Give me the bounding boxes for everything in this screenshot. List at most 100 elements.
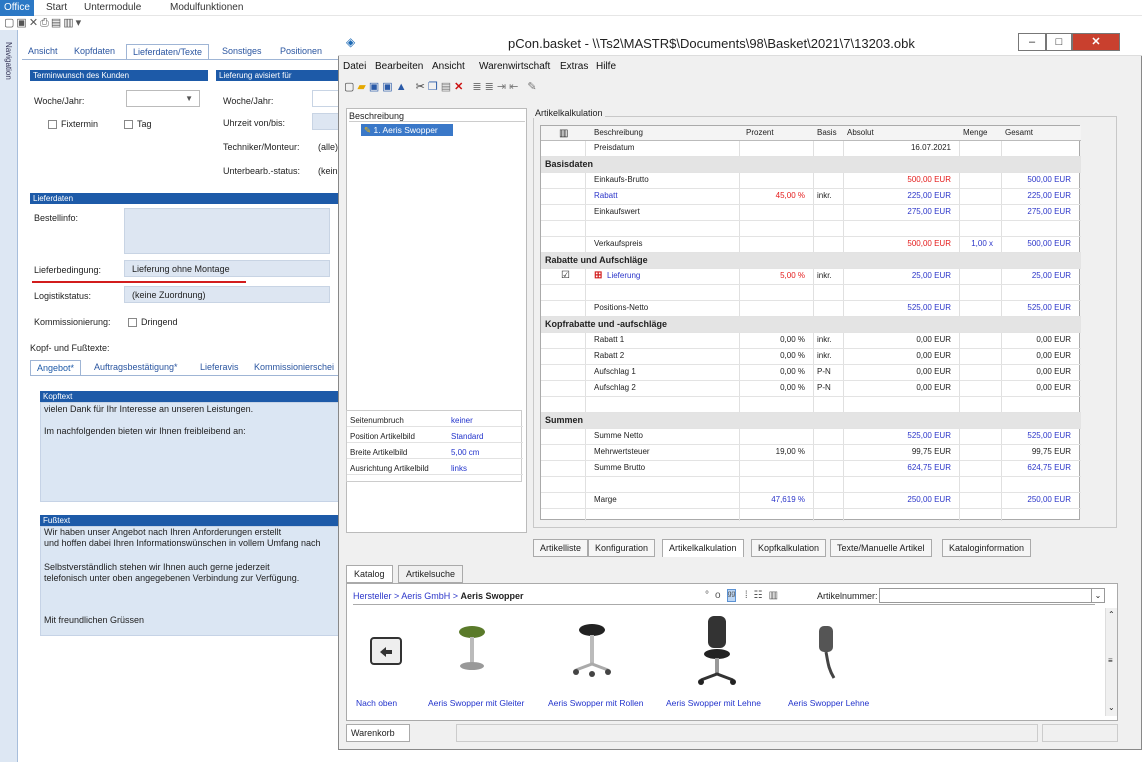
cell-prozent[interactable]: 0,00 % <box>739 335 805 344</box>
tab-artikelkalkulation[interactable]: Artikelkalkulation <box>662 539 744 557</box>
cell-absolut[interactable]: 0,00 EUR <box>843 367 951 376</box>
tree-item-aeris-swopper[interactable]: ✎ 1. Aeris Swopper <box>361 124 453 136</box>
table-row[interactable] <box>541 285 1081 301</box>
view-list-icon[interactable]: ☷ <box>754 590 769 601</box>
bestellinfo-input[interactable] <box>124 208 330 254</box>
cell-basis[interactable]: inkr. <box>817 191 832 200</box>
product-image-rollen[interactable] <box>572 622 612 680</box>
cell-beschreibung[interactable]: Aufschlag 1 <box>594 367 636 376</box>
plus-icon[interactable]: ⊞ <box>594 270 602 281</box>
cell-beschreibung[interactable]: Rabatt 1 <box>594 335 624 344</box>
table-row[interactable]: Aufschlag 2 0,00 % P-N 0,00 EUR 0,00 EUR <box>541 381 1081 397</box>
ribbon-tab-start[interactable]: Start <box>46 2 67 13</box>
table-row[interactable]: ☑ ⊞ Lieferung 5,00 % inkr. 25,00 EUR 25,00 EUR <box>541 269 1081 285</box>
cell-beschreibung[interactable]: Mehrwertsteuer <box>594 447 650 456</box>
align-left-icon[interactable]: ≣ <box>472 81 484 93</box>
termin-woche-select[interactable]: ▼ <box>126 90 200 107</box>
table-row[interactable]: Preisdatum 16.07.2021 <box>541 141 1081 157</box>
table-row[interactable] <box>541 477 1081 493</box>
scroll-up-icon[interactable]: ⌃ <box>1108 610 1115 619</box>
product-image-swopper-lehne[interactable] <box>812 624 840 682</box>
kalkulation-grid[interactable]: ▥ Beschreibung Prozent Basis Absolut Men… <box>540 125 1081 521</box>
align-center-icon[interactable]: ≣ <box>485 81 497 93</box>
cell-beschreibung[interactable]: Summe Netto <box>594 431 643 440</box>
cell-menge[interactable]: 1,00 x <box>959 239 993 248</box>
cell-gesamt[interactable]: 225,00 EUR <box>1001 191 1071 200</box>
table-row[interactable]: Aufschlag 1 0,00 % P-N 0,00 EUR 0,00 EUR <box>541 365 1081 381</box>
cell-beschreibung[interactable]: Verkaufspreis <box>594 239 642 248</box>
texttab-kommissionierschein[interactable]: Kommissionierschei <box>248 360 340 375</box>
scroll-down-icon[interactable]: ⌄ <box>1108 703 1115 712</box>
cell-absolut[interactable]: 525,00 EUR <box>843 431 951 440</box>
ribbon-tab-modulfunktionen[interactable]: Modulfunktionen <box>170 2 243 13</box>
prop-row[interactable]: Seitenumbruch keiner <box>347 414 523 427</box>
table-row[interactable]: Rabatt 1 0,00 % inkr. 0,00 EUR 0,00 EUR <box>541 333 1081 349</box>
edit-icon[interactable]: ✎ <box>527 81 539 93</box>
cell-prozent[interactable]: 45,00 % <box>739 191 805 200</box>
indent-icon[interactable]: ⇥ <box>497 81 509 93</box>
view-columns-icon[interactable]: ▥ <box>769 590 784 601</box>
cell-prozent[interactable]: 47,619 % <box>739 495 805 504</box>
texttab-auftragsbestaetigung[interactable]: Auftragsbestätigung* <box>88 360 184 375</box>
minimize-button[interactable]: – <box>1018 33 1046 51</box>
cell-beschreibung[interactable]: Preisdatum <box>594 143 634 152</box>
scroll-grip-icon[interactable]: ≡ <box>1108 656 1113 665</box>
cell-beschreibung[interactable]: Einkaufswert <box>594 207 640 216</box>
upload-icon[interactable]: ▲ <box>396 81 410 93</box>
cell-absolut[interactable]: 275,00 EUR <box>843 207 951 216</box>
table-row[interactable]: Marge 47,619 % 250,00 EUR 250,00 EUR <box>541 493 1081 509</box>
tab-artikelliste[interactable]: Artikelliste <box>533 539 589 557</box>
logistik-select[interactable]: (keine Zuordnung) <box>124 286 330 303</box>
maximize-button[interactable]: □ <box>1046 33 1072 51</box>
prop-row[interactable]: Position Artikelbild Standard <box>347 430 523 443</box>
preview-icon[interactable]: ▤ <box>51 17 63 29</box>
quick-access-toolbar[interactable]: ▢▣✕⎙▤▥▾ <box>0 16 340 30</box>
table-row[interactable]: Rabatt 2 0,00 % inkr. 0,00 EUR 0,00 EUR <box>541 349 1081 365</box>
table-row[interactable] <box>541 397 1081 413</box>
table-row[interactable]: Einkaufs-Brutto 500,00 EUR 500,00 EUR <box>541 173 1081 189</box>
tab-texte-manuelle-artikel[interactable]: Texte/Manuelle Artikel <box>830 539 932 557</box>
unterbearb-value[interactable]: (kein <box>318 166 338 176</box>
col-beschreibung[interactable]: Beschreibung <box>594 128 643 137</box>
cell-prozent[interactable]: 5,00 % <box>739 271 805 280</box>
table-row[interactable]: Rabatt 45,00 % inkr. 225,00 EUR 225,00 EUR <box>541 189 1081 205</box>
dringend-checkbox[interactable]: Dringend <box>128 317 178 328</box>
tab-konfiguration[interactable]: Konfiguration <box>588 539 656 557</box>
product-image-lehne[interactable] <box>695 614 739 690</box>
prop-value[interactable]: Standard <box>451 432 483 441</box>
cell-gesamt[interactable]: 0,00 EUR <box>1001 335 1071 344</box>
cell-absolut[interactable]: 0,00 EUR <box>843 335 951 344</box>
cell-gesamt[interactable]: 0,00 EUR <box>1001 383 1071 392</box>
save-as-icon[interactable]: ▣ <box>382 81 395 93</box>
open-icon[interactable]: ▰ <box>357 81 368 93</box>
col-absolut[interactable]: Absolut <box>847 128 874 137</box>
menu-hilfe[interactable]: Hilfe <box>596 61 616 72</box>
tab-positionen[interactable]: Positionen <box>274 44 328 59</box>
save-icon[interactable]: ▣ <box>16 17 28 29</box>
cell-beschreibung[interactable]: Rabatt 2 <box>594 351 624 360</box>
tab-ansicht[interactable]: Ansicht <box>22 44 64 59</box>
ribbon-tab-untermodule[interactable]: Untermodule <box>84 2 141 13</box>
tab-kopfdaten[interactable]: Kopfdaten <box>68 44 121 59</box>
katalog-item-rollen[interactable]: Aeris Swopper mit Rollen <box>548 698 643 708</box>
navigation-sidebar[interactable]: Navigation <box>0 30 18 762</box>
menu-ansicht[interactable]: Ansicht <box>432 61 465 72</box>
cell-basis[interactable]: inkr. <box>817 335 832 344</box>
cell-absolut[interactable]: 99,75 EUR <box>843 447 951 456</box>
tab-artikelsuche[interactable]: Artikelsuche <box>398 565 464 583</box>
cell-absolut[interactable]: 624,75 EUR <box>843 463 951 472</box>
katalog-item-swopper-lehne[interactable]: Aeris Swopper Lehne <box>788 698 869 708</box>
cell-basis[interactable]: P-N <box>817 383 831 392</box>
cell-gesamt[interactable]: 0,00 EUR <box>1001 351 1071 360</box>
cell-basis[interactable]: inkr. <box>817 351 832 360</box>
menu-bearbeiten[interactable]: Bearbeiten <box>375 61 423 72</box>
cell-gesamt[interactable]: 525,00 EUR <box>1001 431 1071 440</box>
prop-value[interactable]: links <box>451 464 467 473</box>
cell-prozent[interactable]: 0,00 % <box>739 383 805 392</box>
dialog-titlebar[interactable]: ◈ pCon.basket - \\Ts2\MASTR$\Documents\9… <box>338 30 1142 56</box>
breadcrumb[interactable]: Hersteller > Aeris GmbH > Aeris Swopper <box>353 591 524 601</box>
cut-icon[interactable]: ✂ <box>416 81 428 93</box>
artikelnummer-input[interactable] <box>879 588 1105 603</box>
properties-grid[interactable]: Seitenumbruch keiner Position Artikelbild… <box>346 410 523 482</box>
table-row[interactable]: Mehrwertsteuer 19,00 % 99,75 EUR 99,75 EUR <box>541 445 1081 461</box>
